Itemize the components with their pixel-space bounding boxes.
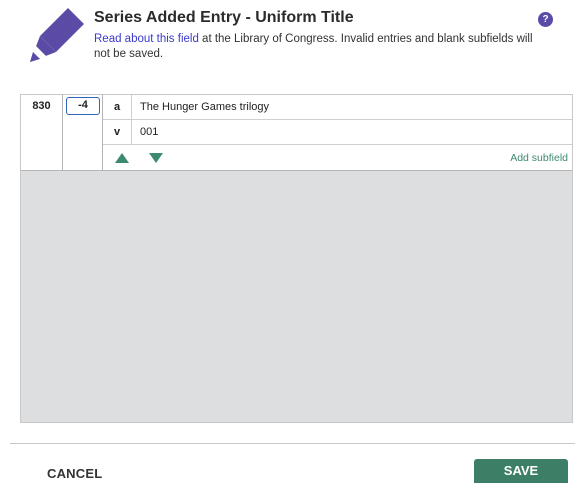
save-button[interactable]: SAVE xyxy=(474,459,568,483)
indicator-cell: -4 xyxy=(63,95,103,171)
field-editor: 830 -4 a The Hunger Games trilogy v 001 … xyxy=(20,94,573,423)
read-about-field-link[interactable]: Read about this field xyxy=(94,33,199,45)
field-tag: 830 xyxy=(21,95,63,171)
add-subfield-link[interactable]: Add subfield xyxy=(510,152,568,164)
help-icon[interactable]: ? xyxy=(538,12,553,27)
subfield-value-input[interactable]: The Hunger Games trilogy xyxy=(140,95,269,119)
subfield-value-input[interactable]: 001 xyxy=(140,120,158,144)
footer-divider xyxy=(10,443,575,444)
dialog-title: Series Added Entry - Uniform Title xyxy=(94,9,354,26)
arrow-up-icon[interactable] xyxy=(115,153,129,163)
subfield-row: a The Hunger Games trilogy xyxy=(103,95,572,120)
subfield-controls: Add subfield xyxy=(103,145,572,171)
field-description: Read about this field at the Library of … xyxy=(94,32,534,62)
marc-field: 830 -4 a The Hunger Games trilogy v 001 … xyxy=(21,95,572,171)
subfield-code[interactable]: v xyxy=(103,120,132,144)
cancel-button[interactable]: CANCEL xyxy=(47,466,102,481)
indicator-input[interactable]: -4 xyxy=(66,97,100,115)
subfield-code[interactable]: a xyxy=(103,95,132,119)
subfield-row: v 001 xyxy=(103,120,572,145)
pencil-icon xyxy=(30,8,84,62)
dialog-header: Series Added Entry - Uniform Title Read … xyxy=(0,0,575,80)
arrow-down-icon[interactable] xyxy=(149,153,163,163)
